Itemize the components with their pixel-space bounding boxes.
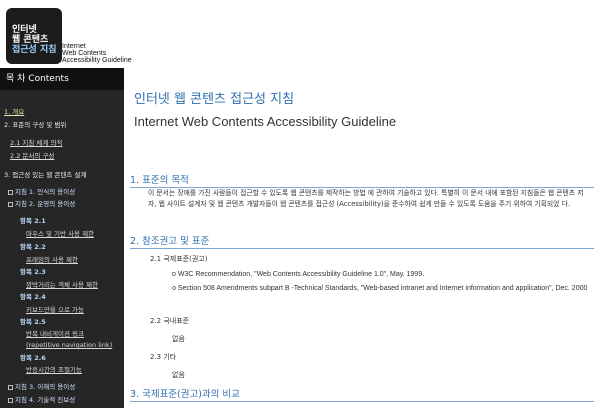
value-none-2-3: 없음	[172, 371, 185, 379]
toc-guideline-2[interactable]: 지침 2. 운영의 용이성	[8, 200, 75, 208]
toc-title: 목 차 Contents	[0, 68, 124, 90]
expand-square-icon	[8, 201, 13, 207]
logo-line-2: 웹 콘텐츠	[12, 35, 49, 45]
toc-item-2-2-heading[interactable]: 항목 2.2	[20, 243, 46, 251]
logo[interactable]: 인터넷 웹 콘텐츠 접근성 지침	[6, 8, 62, 64]
purpose-paragraph: 이 문서는 장애를 가진 사람들이 접근할 수 있도록 웹 콘텐츠를 제작하는 …	[148, 189, 584, 208]
header-en-line-3: Accessibility Guideline	[62, 57, 132, 64]
logo-line-1: 인터넷	[12, 25, 37, 35]
header-english-title: Internet Web Contents Accessibility Guid…	[62, 43, 132, 64]
expand-square-icon	[8, 189, 13, 195]
reference-section508: o Section 508 Amendments subpart B -Tech…	[172, 285, 588, 292]
toc-guideline-2-label: 지침 2. 운영의 용이성	[15, 200, 76, 208]
toc-item-2-3-heading[interactable]: 항목 2.3	[20, 268, 46, 276]
main-content: 인터넷 웹 콘텐츠 접근성 지침 Internet Web Contents A…	[124, 68, 600, 408]
toc-item-2-4-heading[interactable]: 항목 2.4	[20, 293, 46, 301]
toc-item-2-2-link[interactable]: 프레임의 사용 제한	[26, 256, 78, 264]
page-title-en: Internet Web Contents Accessibility Guid…	[134, 114, 397, 129]
logo-line-3: 접근성 지침	[12, 45, 57, 55]
toc-item-2-6-heading[interactable]: 항목 2.6	[20, 354, 46, 362]
toc-guideline-1-label: 지침 1. 인식의 용이성	[15, 188, 76, 196]
toc-item-overview[interactable]: 1. 개요	[4, 108, 24, 116]
subheading-2-3: 2.3 기타	[150, 353, 177, 361]
toc-guideline-3-label: 지침 3. 이해의 용이성	[15, 383, 76, 391]
toc-item-2-5-link[interactable]: 반복 내비게이션 링크	[26, 330, 84, 338]
toc-item-2-1-link[interactable]: 마우스 및 기반 사용 제한	[26, 230, 94, 238]
toc-item-2-2[interactable]: 2.2 문서의 구성	[10, 152, 54, 160]
toc-guideline-4-label: 지침 4. 기술적 진보성	[15, 396, 76, 404]
toc-guideline-4[interactable]: 지침 4. 기술적 진보성	[8, 396, 75, 404]
toc-item-2-5-link-en[interactable]: (repetitive navigation link)	[26, 341, 112, 349]
toc-guideline-1[interactable]: 지침 1. 인식의 용이성	[8, 188, 75, 196]
subheading-2-1: 2.1 국제표준(권고)	[150, 255, 208, 263]
toc-item-2-5-heading[interactable]: 항목 2.5	[20, 318, 46, 326]
sidebar-toc: 목 차 Contents 1. 개요 2. 표준의 구성 및 범위 2.1 지침…	[0, 68, 124, 408]
toc-item-scope[interactable]: 2. 표준의 구성 및 범위	[4, 121, 66, 129]
toc-item-2-3-link[interactable]: 깜박거리는 객체 사용 제한	[26, 281, 98, 289]
section-heading-references: 2. 참조권고 및 표준	[130, 233, 594, 249]
page-title-ko: 인터넷 웹 콘텐츠 접근성 지침	[134, 92, 295, 107]
toc-item-2-6-link[interactable]: 반응시간의 조절기능	[26, 366, 82, 374]
subheading-2-2: 2.2 국내표준	[150, 317, 190, 325]
toc-item-2-1[interactable]: 2.1 지침 체계 의적	[10, 139, 62, 147]
reference-w3c: o W3C Recommendation, "Web Contents Acce…	[172, 271, 425, 278]
header: 인터넷 웹 콘텐츠 접근성 지침 Internet Web Contents A…	[0, 0, 600, 68]
expand-square-icon	[8, 397, 13, 403]
section-heading-purpose: 1. 표준의 목적	[130, 172, 594, 188]
header-en-line-2: Web Contents	[62, 50, 107, 57]
value-none-2-2: 없음	[172, 335, 185, 343]
expand-square-icon	[8, 384, 13, 390]
header-en-line-1: Internet	[62, 43, 86, 50]
toc-item-2-1-heading[interactable]: 항목 2.1	[20, 217, 46, 225]
toc-guideline-3[interactable]: 지침 3. 이해의 용이성	[8, 383, 75, 391]
section-heading-comparison: 3. 국제표준(권고)과의 비교	[130, 386, 594, 402]
toc-item-2-4-link[interactable]: 키보드만을 으로 가능	[26, 306, 84, 314]
toc-item-design[interactable]: 3. 접근성 있는 웹 콘텐츠 설계	[4, 171, 86, 179]
